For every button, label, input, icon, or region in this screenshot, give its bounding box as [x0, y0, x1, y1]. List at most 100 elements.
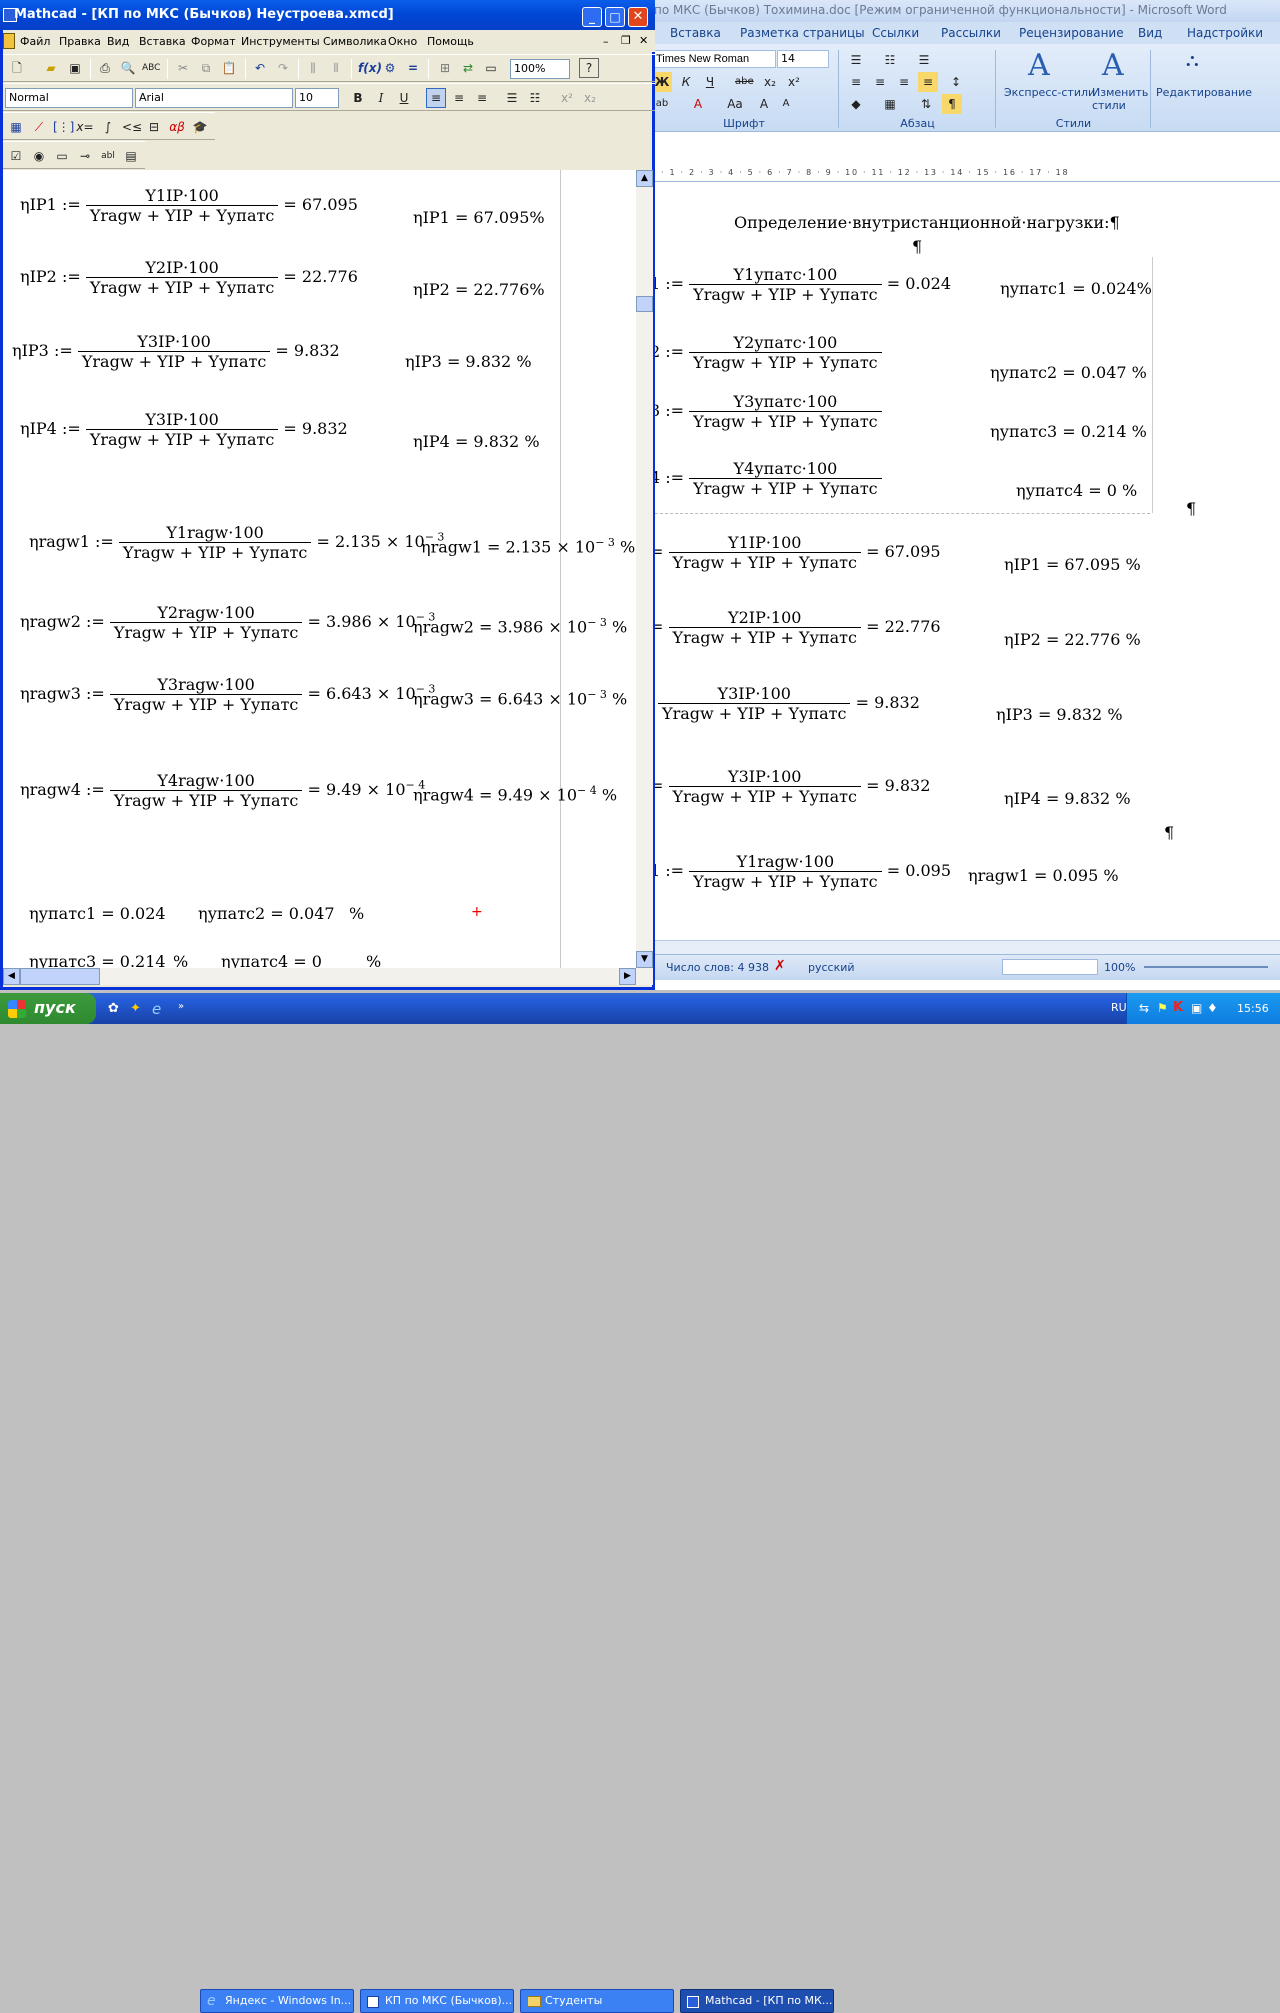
align-right-button[interactable]: ≡	[894, 72, 914, 92]
tab-mailings[interactable]: Рассылки	[941, 26, 1001, 40]
align-center-button[interactable]: ≡	[870, 72, 890, 92]
mc-bottom-2[interactable]: ηупатс2 = 0.047	[198, 904, 335, 923]
start-button[interactable]: пуск	[0, 993, 96, 1024]
mc-disp-7[interactable]: ηragw3 = 6.643 × 10− 3 %	[413, 688, 627, 708]
minimize-button[interactable]: _	[582, 7, 602, 27]
doc-disp-1[interactable]: ηупатс1 = 0.024%	[1000, 279, 1152, 298]
worksheet[interactable]: ηIP1 := Y1IP·100 Yragw + YIP + Yупатс = 6…	[3, 170, 637, 968]
mc-bottom-7[interactable]: %	[366, 952, 381, 968]
show-marks-button[interactable]: ¶	[942, 94, 962, 114]
highlight-button[interactable]: ab	[652, 94, 672, 114]
doc-disp-5[interactable]: ηIP1 = 67.095 %	[1004, 555, 1141, 574]
mc-bottom-6[interactable]: ηупатс4 = 0	[221, 952, 322, 968]
binoculars-icon[interactable]: ⛬	[1186, 50, 1199, 71]
mc-eq-6[interactable]: ηragw2 := Y2ragw·100 Yragw + YIP + Yупатс…	[20, 603, 435, 642]
insert-function-icon[interactable]: f(x)	[357, 58, 382, 78]
tray-network-icon[interactable]: ⇆	[1139, 1001, 1149, 1015]
boolean-icon[interactable]: <≤	[121, 117, 142, 137]
mc-eq-8[interactable]: ηragw4 := Y4ragw·100 Yragw + YIP + Yупатс…	[20, 771, 425, 810]
editing-label[interactable]: Редактирование	[1156, 86, 1252, 99]
shading-button[interactable]: ◆	[846, 94, 866, 114]
menu-window[interactable]: Окно	[388, 35, 417, 48]
doc-disp-3[interactable]: ηупатс3 = 0.214 %	[990, 422, 1147, 441]
save-icon[interactable]: ▣	[65, 58, 85, 78]
change-styles-icon[interactable]: A	[1102, 48, 1124, 83]
doc-disp-9[interactable]: ηragw1 = 0.095 %	[968, 866, 1119, 885]
mc-eq-1[interactable]: ηIP1 := Y1IP·100 Yragw + YIP + Yупатс = 6…	[20, 186, 358, 225]
menu-file[interactable]: Файл	[20, 35, 50, 48]
new-icon[interactable]: 🗋	[7, 58, 27, 78]
mc-disp-4[interactable]: ηIP4 = 9.832 %	[413, 432, 540, 451]
spell-check-icon[interactable]: ✗	[774, 958, 786, 974]
menu-tools[interactable]: Инструменты	[241, 35, 320, 48]
mc-disp-3[interactable]: ηIP3 = 9.832 %	[405, 352, 532, 371]
superscript-button[interactable]: x²	[784, 72, 804, 92]
doc-eq-1[interactable]: 1 := Y1упатс·100 Yragw + YIP + Yупатс = 0…	[650, 265, 951, 304]
print-preview-icon[interactable]: 🔍	[118, 58, 138, 78]
size-combo[interactable]: 10	[295, 88, 339, 108]
doc-disp-2[interactable]: ηупатс2 = 0.047 %	[990, 363, 1147, 382]
numbering-button[interactable]: ☷	[525, 88, 545, 108]
view-buttons[interactable]	[1002, 959, 1098, 975]
align-left-button[interactable]: ≡	[846, 72, 866, 92]
tray-k-icon[interactable]: K	[1173, 1000, 1183, 1015]
scroll-thumb[interactable]	[636, 296, 653, 312]
grow-font-button[interactable]: A	[754, 94, 774, 114]
tray-icon-5[interactable]: ♦	[1207, 1001, 1218, 1015]
express-styles-label[interactable]: Экспресс-стили	[1004, 86, 1095, 99]
bullets-button[interactable]: ☰	[846, 50, 866, 70]
tab-review[interactable]: Рецензирование	[1019, 26, 1124, 40]
multilevel-button[interactable]: ☰	[914, 50, 934, 70]
menu-format[interactable]: Формат	[191, 35, 236, 48]
mc-disp-1[interactable]: ηIP1 = 67.095%	[413, 208, 545, 227]
tab-addins[interactable]: Надстройки	[1187, 26, 1263, 40]
copy-icon[interactable]: ⧉	[196, 58, 216, 78]
scroll-left-icon[interactable]: ◀	[3, 968, 20, 985]
font-size-combo[interactable]: 14	[777, 50, 829, 68]
symbolic-icon[interactable]: 🎓	[190, 117, 210, 137]
doc-eq-6[interactable]: = Y2IP·100 Yragw + YIP + Yупатс = 22.776	[650, 608, 941, 647]
doc-disp-4[interactable]: ηупатс4 = 0 %	[1016, 481, 1137, 500]
open-icon[interactable]: ▰	[41, 58, 61, 78]
mc-disp-5[interactable]: ηragw1 = 2.135 × 10− 3 %	[421, 536, 635, 556]
graph-icon[interactable]: ⟋	[29, 117, 49, 137]
menu-help[interactable]: Помощь	[427, 35, 474, 48]
doc-eq-9[interactable]: 1 := Y1ragw·100 Yragw + YIP + Yупатс = 0.…	[650, 852, 951, 891]
borders-button[interactable]: ▦	[880, 94, 900, 114]
language-label[interactable]: русский	[808, 961, 855, 974]
ie-icon[interactable]: e	[152, 1000, 161, 1018]
menu-edit[interactable]: Правка	[59, 35, 101, 48]
change-styles-label[interactable]: Изменить стили	[1092, 86, 1148, 112]
cut-icon[interactable]: ✂	[173, 58, 193, 78]
child-restore-button[interactable]: ❐	[621, 34, 631, 47]
task-word-doc[interactable]: КП по МКС (Бычков)...	[360, 1989, 514, 2013]
italic-button[interactable]: К	[676, 72, 696, 92]
style-combo[interactable]: Normal	[5, 88, 133, 108]
matrix-icon[interactable]: [⋮]	[52, 117, 74, 137]
mc-eq-3[interactable]: ηIP3 := Y3IP·100 Yragw + YIP + Yупатс = 9…	[12, 332, 340, 371]
word-hscrollbar[interactable]	[650, 940, 1280, 954]
subscript-button[interactable]: x₂	[760, 72, 780, 92]
task-yandex[interactable]: e Яндекс - Windows In...	[200, 1989, 354, 2013]
scroll-up-icon[interactable]: ▲	[636, 170, 653, 187]
calculate-icon[interactable]: =	[403, 58, 423, 78]
subscript-button[interactable]: x₂	[580, 88, 600, 108]
align-down-icon[interactable]: ⫴	[326, 58, 346, 78]
doc-eq-5[interactable]: = Y1IP·100 Yragw + YIP + Yупатс = 67.095	[650, 533, 941, 572]
mc-disp-6[interactable]: ηragw2 = 3.986 × 10− 3 %	[413, 616, 627, 636]
mc-eq-7[interactable]: ηragw3 := Y3ragw·100 Yragw + YIP + Yупатс…	[20, 675, 435, 714]
menu-symbolics[interactable]: Символика	[323, 35, 387, 48]
doc-eq-8[interactable]: = Y3IP·100 Yragw + YIP + Yупатс = 9.832	[650, 767, 930, 806]
justify-button[interactable]: ≡	[918, 72, 938, 92]
quicklaunch-icon-1[interactable]: ✿	[108, 1001, 119, 1016]
mc-eq-2[interactable]: ηIP2 := Y2IP·100 Yragw + YIP + Yупатс = 2…	[20, 258, 358, 297]
align-center-button[interactable]: ≡	[449, 88, 469, 108]
doc-eq-2[interactable]: 2 := Y2упатс·100 Yragw + YIP + Yупатс	[650, 333, 882, 372]
bold-button[interactable]: B	[348, 88, 368, 108]
mc-bottom-5[interactable]: %	[173, 952, 188, 968]
task-students[interactable]: Студенты	[520, 1989, 674, 2013]
align-left-button[interactable]: ≡	[426, 88, 446, 108]
zoom-slider[interactable]	[1144, 966, 1268, 968]
doc-disp-6[interactable]: ηIP2 = 22.776 %	[1004, 630, 1141, 649]
tray-icon-2[interactable]: ⚑	[1157, 1001, 1168, 1015]
